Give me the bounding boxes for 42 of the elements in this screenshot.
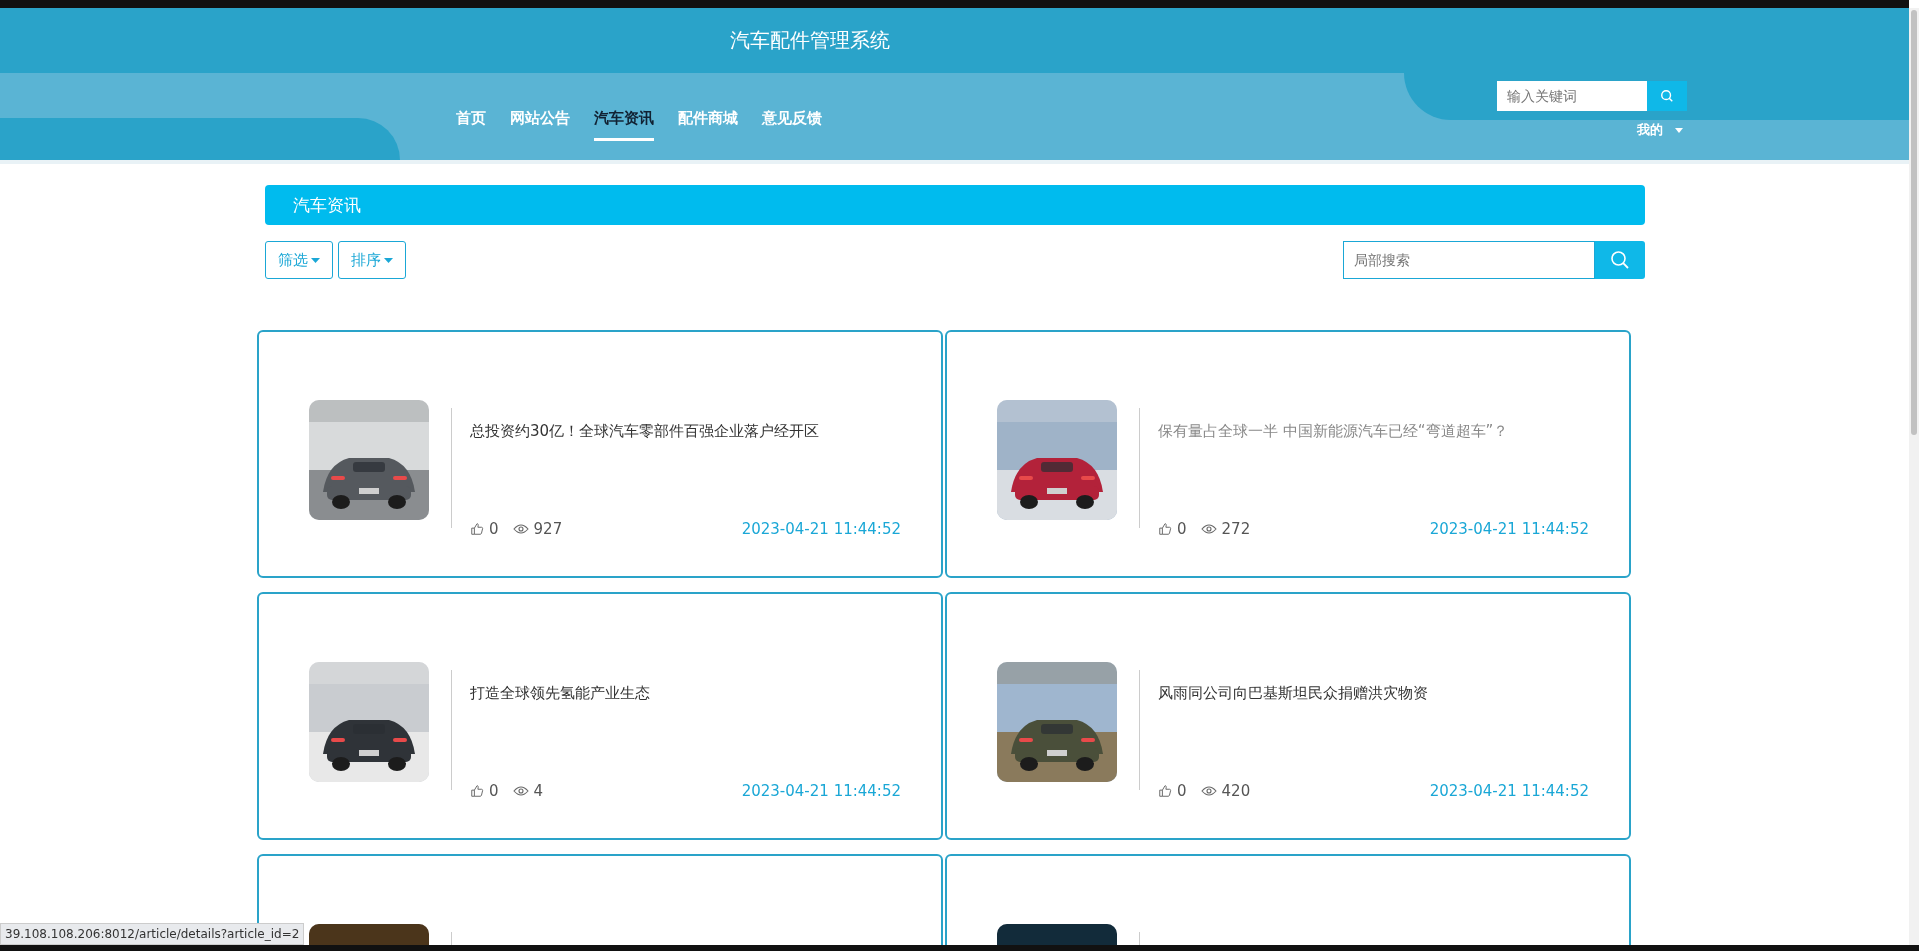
eye-icon — [1200, 523, 1217, 535]
eye-icon — [1200, 785, 1217, 797]
thumbs-up-icon — [470, 784, 484, 798]
search-icon — [1610, 250, 1630, 270]
article-title[interactable]: 风雨同公司向巴基斯坦民众捐赠洪灾物资 — [1158, 684, 1589, 703]
publish-date: 2023-04-21 11:44:52 — [741, 520, 901, 538]
status-url: 39.108.108.206:8012/article/details?article_id=2 — [0, 923, 305, 945]
local-search-field[interactable]: 局部搜索 — [1343, 241, 1595, 279]
search-icon — [1660, 89, 1674, 103]
search-button[interactable] — [1647, 81, 1687, 111]
article-card[interactable]: 打造全球领先氢能产业生态 0 4 2023-04-21 11:44:52 — [257, 592, 943, 840]
like-count: 0 — [489, 782, 499, 800]
publish-date: 2023-04-21 11:44:52 — [1429, 520, 1589, 538]
article-title[interactable]: 打造全球领先氢能产业生态 — [470, 684, 901, 703]
search-button[interactable] — [1595, 241, 1645, 279]
caret-icon — [311, 257, 320, 263]
keyword-search-field[interactable]: 输入关键词 — [1497, 81, 1647, 111]
caret-icon — [384, 257, 393, 263]
nav-tab[interactable]: 汽车资讯 — [594, 109, 654, 141]
thumbs-up-icon — [470, 522, 484, 536]
article-title[interactable]: 总投资约30亿！全球汽车零部件百强企业落户经开区 — [470, 422, 901, 441]
eye-icon — [512, 523, 529, 535]
section-title: 汽车资讯 — [293, 193, 361, 217]
scrollbar-thumb[interactable] — [1911, 10, 1917, 435]
site-title: 汽车配件管理系统 — [729, 27, 890, 54]
eye-icon — [512, 785, 529, 797]
like-count: 0 — [1177, 782, 1187, 800]
view-count: 927 — [533, 520, 563, 538]
like-count: 0 — [1177, 520, 1187, 538]
view-count: 272 — [1221, 520, 1251, 538]
like-count: 0 — [489, 520, 499, 538]
thumbs-up-icon — [1158, 522, 1172, 536]
view-count: 420 — [1221, 782, 1251, 800]
article-card[interactable]: 风雨同公司向巴基斯坦民众捐赠洪灾物资 0 420 2023-04-21 11:44:52 — [945, 592, 1631, 840]
publish-date: 2023-04-21 11:44:52 — [741, 782, 901, 800]
thumbs-up-icon — [1158, 784, 1172, 798]
view-count: 4 — [533, 782, 544, 800]
article-title[interactable]: 保有量占全球一半 中国新能源汽车已经“弯道超车”？ — [1158, 422, 1589, 441]
caret-icon — [1675, 127, 1683, 133]
publish-date: 2023-04-21 11:44:52 — [1429, 782, 1589, 800]
article-card[interactable]: 总投资约30亿！全球汽车零部件百强企业落户经开区 0 927 2023-04-21 11:44:52 — [257, 330, 943, 578]
article-card[interactable]: 保有量占全球一半 中国新能源汽车已经“弯道超车”？ 0 272 2023-04-21 11:44:52 — [945, 330, 1631, 578]
